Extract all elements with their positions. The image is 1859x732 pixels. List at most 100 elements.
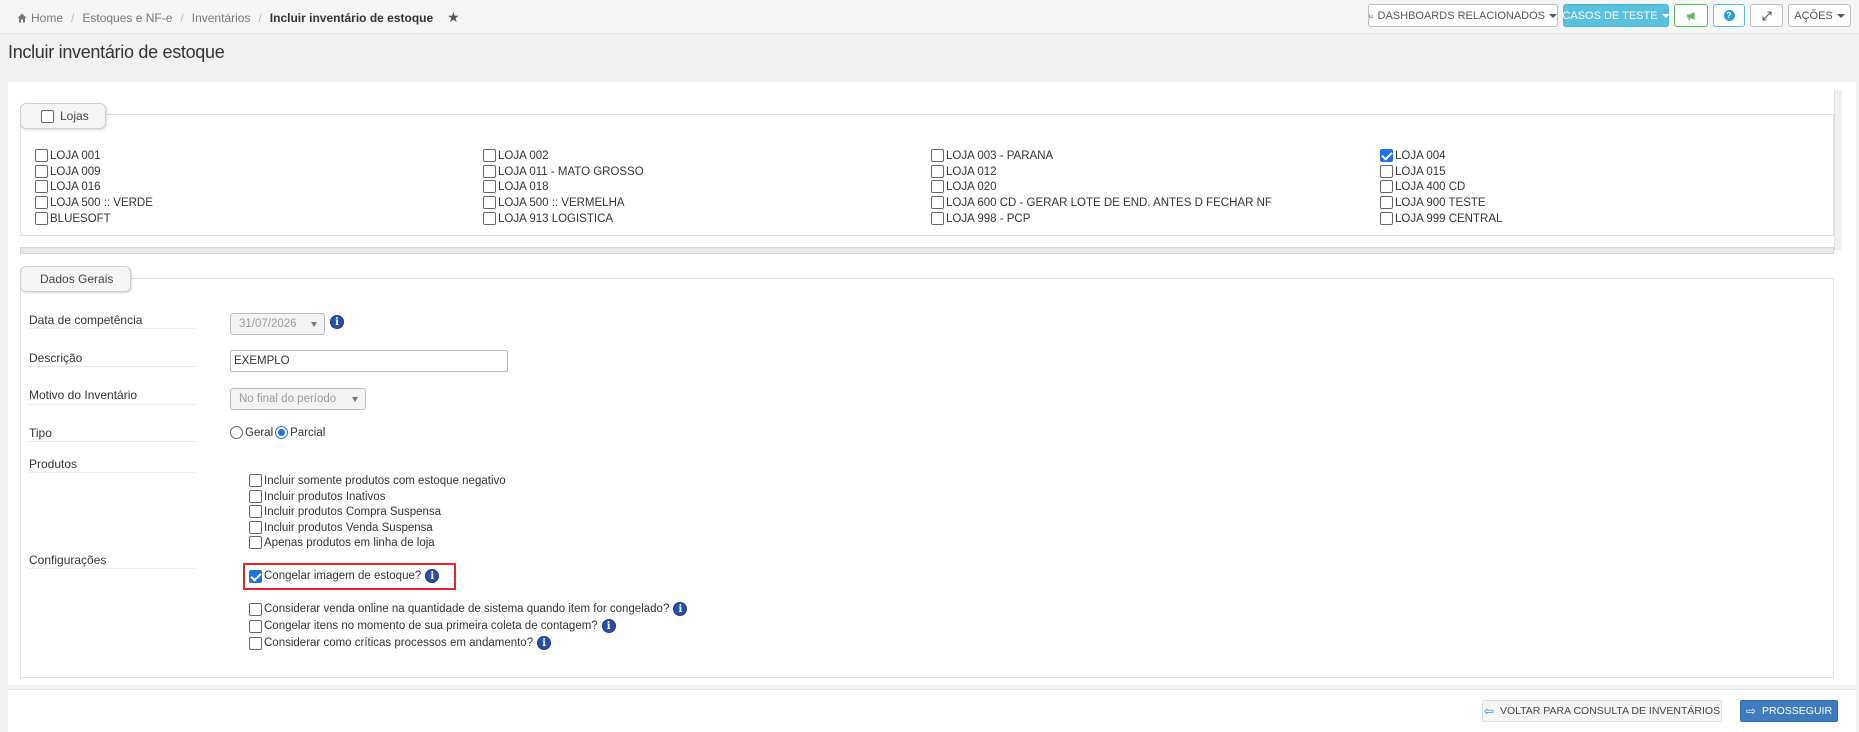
product-option-checkbox[interactable] <box>249 474 262 487</box>
store-checkbox[interactable] <box>35 180 48 193</box>
horizontal-scrollbar[interactable] <box>20 247 1834 254</box>
store-checkbox[interactable] <box>931 180 944 193</box>
config-option-checkbox[interactable] <box>249 569 262 583</box>
store-option[interactable]: LOJA 004 <box>1380 149 1446 162</box>
info-icon[interactable]: i <box>601 619 616 633</box>
store-checkbox[interactable] <box>35 149 48 162</box>
fullscreen-button[interactable] <box>1750 4 1783 27</box>
store-checkbox[interactable] <box>931 196 944 209</box>
breadcrumb-separator: / <box>180 10 184 25</box>
store-checkbox[interactable] <box>931 212 944 225</box>
product-option[interactable]: Apenas produtos em linha de loja <box>249 536 435 549</box>
config-option-label: Considerar venda online na quantidade de… <box>264 603 670 615</box>
store-checkbox[interactable] <box>483 180 496 193</box>
store-option[interactable]: LOJA 012 <box>931 165 997 178</box>
store-checkbox[interactable] <box>483 165 496 178</box>
config-option[interactable]: Congelar imagem de estoque? i <box>249 569 440 583</box>
store-option[interactable]: LOJA 009 <box>35 165 101 178</box>
actions-button[interactable]: AÇÕES <box>1788 4 1851 27</box>
product-option-label: Incluir produtos Inativos <box>264 490 386 503</box>
info-icon[interactable]: i <box>330 315 344 329</box>
store-option[interactable]: LOJA 998 - PCP <box>931 212 1030 225</box>
store-checkbox[interactable] <box>35 212 48 225</box>
store-option[interactable]: LOJA 018 <box>483 180 549 193</box>
store-checkbox[interactable] <box>483 196 496 209</box>
store-checkbox[interactable] <box>931 165 944 178</box>
config-label: Configurações <box>29 553 107 567</box>
store-option[interactable]: LOJA 001 <box>35 149 101 162</box>
type-radio-group: Geral Parcial <box>230 426 325 439</box>
store-checkbox[interactable] <box>1380 180 1393 193</box>
competence-select[interactable]: 31/07/2026 <box>230 313 325 335</box>
chevron-down-icon <box>1836 13 1845 18</box>
store-label: BLUESOFT <box>50 212 111 225</box>
next-button[interactable]: ⇨ PROSSEGUIR <box>1740 700 1838 722</box>
info-icon[interactable]: i <box>537 636 552 650</box>
store-checkbox[interactable] <box>1380 212 1393 225</box>
actions-label: AÇÕES <box>1794 9 1833 22</box>
page-title: Incluir inventário de estoque <box>8 42 225 62</box>
breadcrumb-inventarios[interactable]: Inventários <box>192 11 251 25</box>
info-icon[interactable]: i <box>673 602 688 616</box>
reason-select[interactable]: No final do período <box>230 388 366 410</box>
store-option[interactable]: LOJA 600 CD - GERAR LOTE DE END. ANTES D… <box>931 196 1272 209</box>
store-option[interactable]: LOJA 500 :: VERMELHA <box>483 196 625 209</box>
type-geral-radio[interactable] <box>230 426 243 439</box>
back-button[interactable]: ⇦ VOLTAR PARA CONSULTA DE INVENTÁRIOS <box>1482 700 1722 722</box>
config-option-checkbox[interactable] <box>249 636 262 650</box>
config-option[interactable]: Congelar itens no momento de sua primeir… <box>249 619 616 633</box>
store-checkbox[interactable] <box>483 149 496 162</box>
store-checkbox[interactable] <box>1380 196 1393 209</box>
store-checkbox[interactable] <box>35 165 48 178</box>
store-option[interactable]: LOJA 002 <box>483 149 549 162</box>
product-option-checkbox[interactable] <box>249 536 262 549</box>
test-cases-button[interactable]: CASOS DE TESTE <box>1562 4 1670 27</box>
store-checkbox[interactable] <box>35 196 48 209</box>
config-option[interactable]: Considerar venda online na quantidade de… <box>249 602 688 616</box>
select-all-stores-checkbox[interactable] <box>41 109 54 123</box>
store-option[interactable]: LOJA 999 CENTRAL <box>1380 212 1502 225</box>
store-option[interactable]: LOJA 020 <box>931 180 997 193</box>
breadcrumb-home[interactable]: Home <box>31 11 63 25</box>
store-checkbox[interactable] <box>931 149 944 162</box>
store-option[interactable]: LOJA 016 <box>35 180 101 193</box>
product-option[interactable]: Incluir produtos Compra Suspensa <box>249 505 441 518</box>
back-label: VOLTAR PARA CONSULTA DE INVENTÁRIOS <box>1499 705 1721 717</box>
description-input[interactable]: EXEMPLO <box>230 350 508 372</box>
store-option[interactable]: LOJA 015 <box>1380 165 1446 178</box>
product-option[interactable]: Incluir produtos Inativos <box>249 490 385 503</box>
help-button[interactable]: ? <box>1713 4 1745 27</box>
store-label: LOJA 016 <box>50 180 101 193</box>
product-option-checkbox[interactable] <box>249 521 262 534</box>
product-option-checkbox[interactable] <box>249 490 262 503</box>
announce-button[interactable] <box>1674 4 1708 27</box>
type-parcial-radio[interactable] <box>275 426 289 439</box>
type-geral-label: Geral <box>245 426 274 439</box>
store-option[interactable]: BLUESOFT <box>35 212 111 225</box>
label-divider <box>29 328 195 329</box>
config-option[interactable]: Considerar como críticas processos em an… <box>249 636 552 650</box>
store-checkbox[interactable] <box>1380 165 1393 178</box>
info-icon[interactable]: i <box>425 569 440 583</box>
star-icon[interactable]: ★ <box>447 9 460 26</box>
config-option-checkbox[interactable] <box>249 602 262 616</box>
product-option-checkbox[interactable] <box>249 505 262 518</box>
store-option[interactable]: LOJA 400 CD <box>1380 180 1465 193</box>
product-option-label: Incluir produtos Venda Suspensa <box>264 521 433 534</box>
test-cases-label: CASOS DE TESTE <box>1562 9 1658 22</box>
store-option[interactable]: LOJA 011 - MATO GROSSO <box>483 165 644 178</box>
vertical-scrollbar[interactable] <box>1834 90 1842 250</box>
breadcrumb-estoques[interactable]: Estoques e NF-e <box>82 11 172 25</box>
store-checkbox[interactable] <box>1380 149 1393 162</box>
config-option-checkbox[interactable] <box>249 619 262 633</box>
product-option[interactable]: Incluir somente produtos com estoque neg… <box>249 474 506 487</box>
label-divider <box>29 366 195 367</box>
store-option[interactable]: LOJA 900 TESTE <box>1380 196 1486 209</box>
store-label: LOJA 500 :: VERDE <box>50 196 153 209</box>
store-option[interactable]: LOJA 500 :: VERDE <box>35 196 153 209</box>
dashboards-button[interactable]: DASHBOARDS RELACIONADOS <box>1368 4 1558 27</box>
store-option[interactable]: LOJA 003 - PARANA <box>931 149 1053 162</box>
store-checkbox[interactable] <box>483 212 496 225</box>
product-option[interactable]: Incluir produtos Venda Suspensa <box>249 521 433 534</box>
store-option[interactable]: LOJA 913 LOGISTICA <box>483 212 613 225</box>
